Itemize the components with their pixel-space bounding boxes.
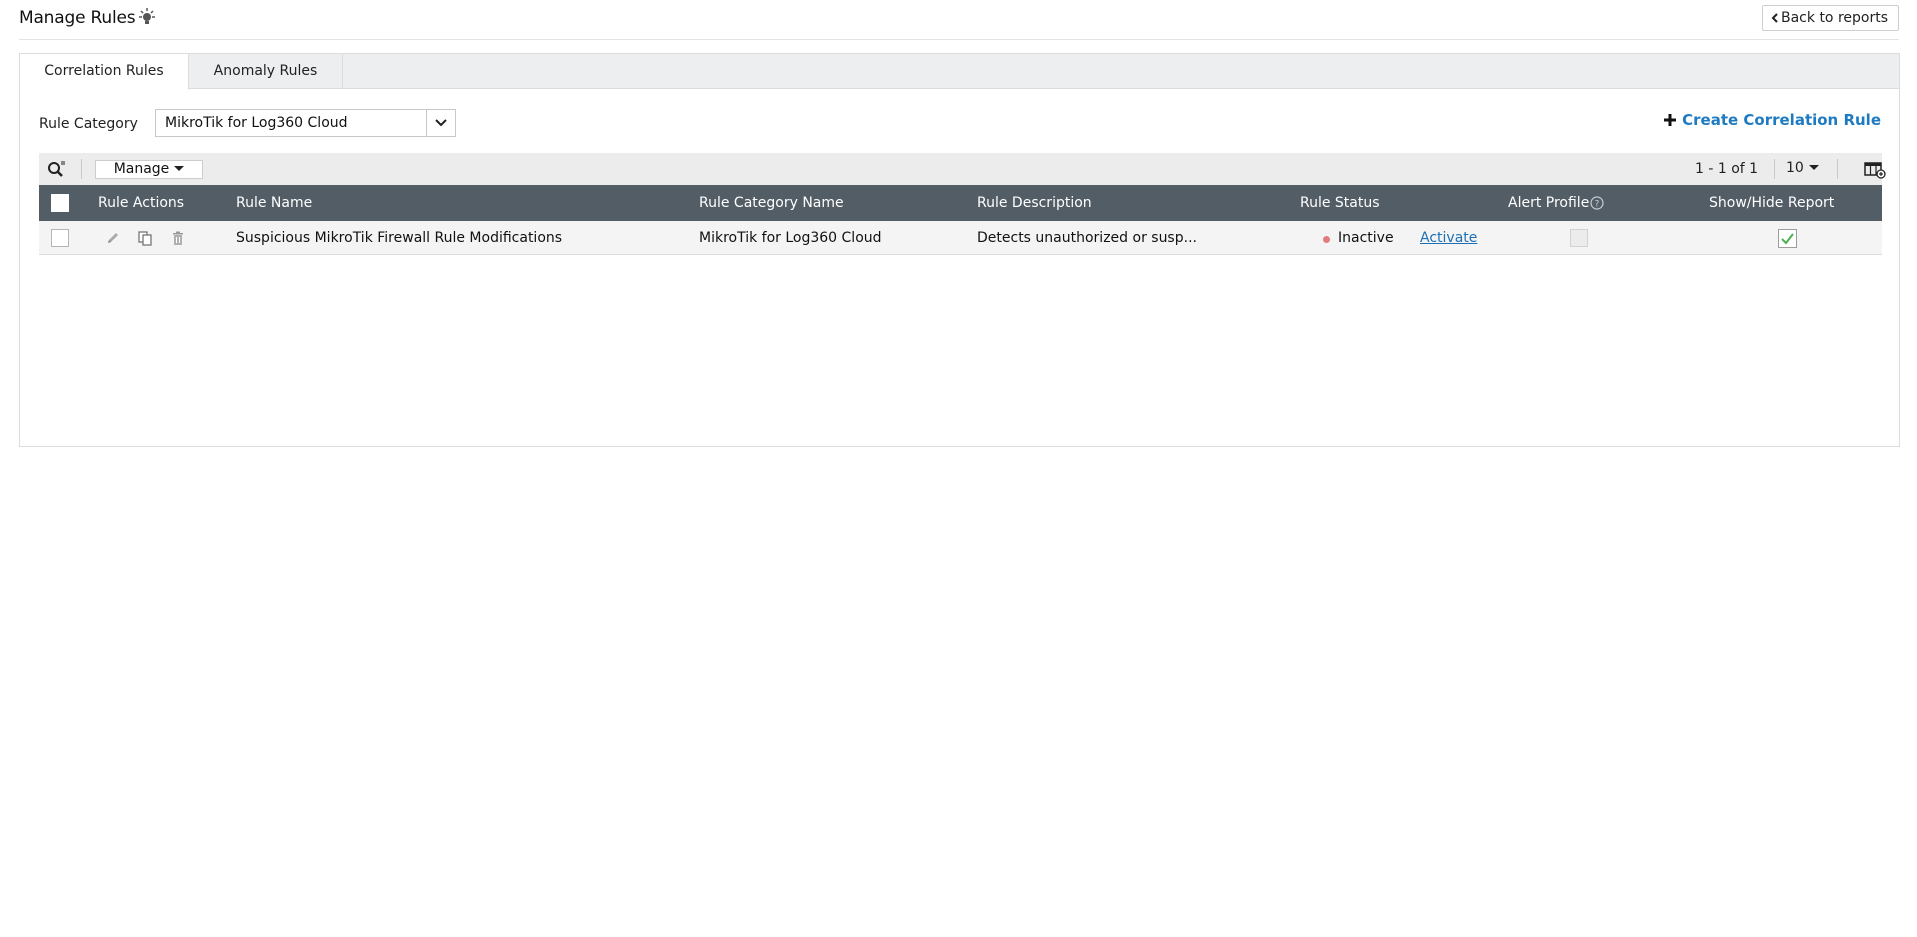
page-title: Manage Rules: [19, 8, 136, 28]
rule-status-cell: Inactive: [1338, 230, 1394, 246]
chevron-down-icon: [435, 119, 447, 127]
column-rule-category-name[interactable]: Rule Category Name: [699, 185, 844, 221]
toolbar-divider: [1774, 159, 1775, 179]
toolbar-divider: [1837, 159, 1838, 179]
chevron-left-icon: [1771, 13, 1778, 23]
plus-icon: [1664, 114, 1677, 126]
back-to-reports-button[interactable]: Back to reports: [1762, 5, 1899, 31]
column-chooser-icon[interactable]: [1864, 161, 1886, 179]
row-checkbox[interactable]: [51, 229, 69, 247]
column-rule-status[interactable]: Rule Status: [1300, 185, 1380, 221]
tab-anomaly-rules[interactable]: Anomaly Rules: [189, 54, 343, 89]
rule-category-cell: MikroTik for Log360 Cloud: [699, 230, 882, 246]
manage-dropdown-button[interactable]: Manage: [95, 160, 203, 179]
tab-bar: Correlation Rules Anomaly Rules: [20, 54, 1899, 90]
manage-label: Manage: [113, 161, 170, 177]
lightbulb-icon[interactable]: [137, 7, 157, 27]
caret-down-icon: [174, 166, 185, 171]
show-report-checkbox[interactable]: [1778, 229, 1797, 248]
tab-correlation-rules[interactable]: Correlation Rules: [20, 54, 189, 90]
rule-category-value: MikroTik for Log360 Cloud: [165, 115, 348, 131]
table-row[interactable]: Suspicious MikroTik Firewall Rule Modifi…: [39, 221, 1882, 255]
create-correlation-rule-label: Create Correlation Rule: [1682, 111, 1881, 129]
column-alert-profile[interactable]: Alert Profile: [1508, 185, 1589, 221]
pagination-info: 1 - 1 of 1: [1695, 161, 1759, 177]
copy-icon[interactable]: [137, 230, 153, 246]
page-size-dropdown[interactable]: 10: [1786, 160, 1819, 176]
alert-profile-checkbox: [1570, 229, 1588, 247]
rules-panel: Correlation Rules Anomaly Rules Rule Cat…: [19, 53, 1900, 447]
rule-category-label: Rule Category: [39, 116, 138, 132]
toolbar-divider: [81, 159, 82, 179]
page-header: Manage Rules Back to reports: [19, 0, 1899, 40]
activate-link[interactable]: Activate: [1420, 221, 1477, 255]
rule-description-cell: Detects unauthorized or susp...: [977, 230, 1197, 246]
search-icon[interactable]: [46, 160, 66, 178]
back-to-reports-label: Back to reports: [1781, 10, 1888, 26]
rules-table: Rule Actions Rule Name Rule Category Nam…: [39, 185, 1882, 255]
dropdown-toggle[interactable]: [426, 110, 455, 136]
column-rule-actions: Rule Actions: [98, 195, 185, 211]
help-icon[interactable]: ?: [1590, 196, 1604, 210]
page-size-value: 10: [1786, 160, 1804, 176]
checkmark-icon: [1781, 233, 1794, 245]
svg-text:?: ?: [1595, 200, 1600, 210]
caret-down-icon: [1808, 165, 1819, 170]
column-rule-name[interactable]: Rule Name: [236, 185, 312, 221]
column-rule-description[interactable]: Rule Description: [977, 185, 1092, 221]
select-all-checkbox[interactable]: [51, 194, 69, 212]
rule-category-select[interactable]: MikroTik for Log360 Cloud: [155, 109, 456, 137]
rule-name-cell: Suspicious MikroTik Firewall Rule Modifi…: [236, 230, 563, 246]
column-show-hide-report: Show/Hide Report: [1709, 195, 1835, 211]
table-header: Rule Actions Rule Name Rule Category Nam…: [39, 185, 1882, 221]
edit-icon[interactable]: [105, 230, 121, 246]
delete-icon[interactable]: [170, 230, 186, 246]
status-indicator: [1323, 236, 1330, 243]
create-correlation-rule-link[interactable]: Create Correlation Rule: [1664, 111, 1881, 129]
table-toolbar: Manage 1 - 1 of 1 10: [39, 153, 1886, 185]
